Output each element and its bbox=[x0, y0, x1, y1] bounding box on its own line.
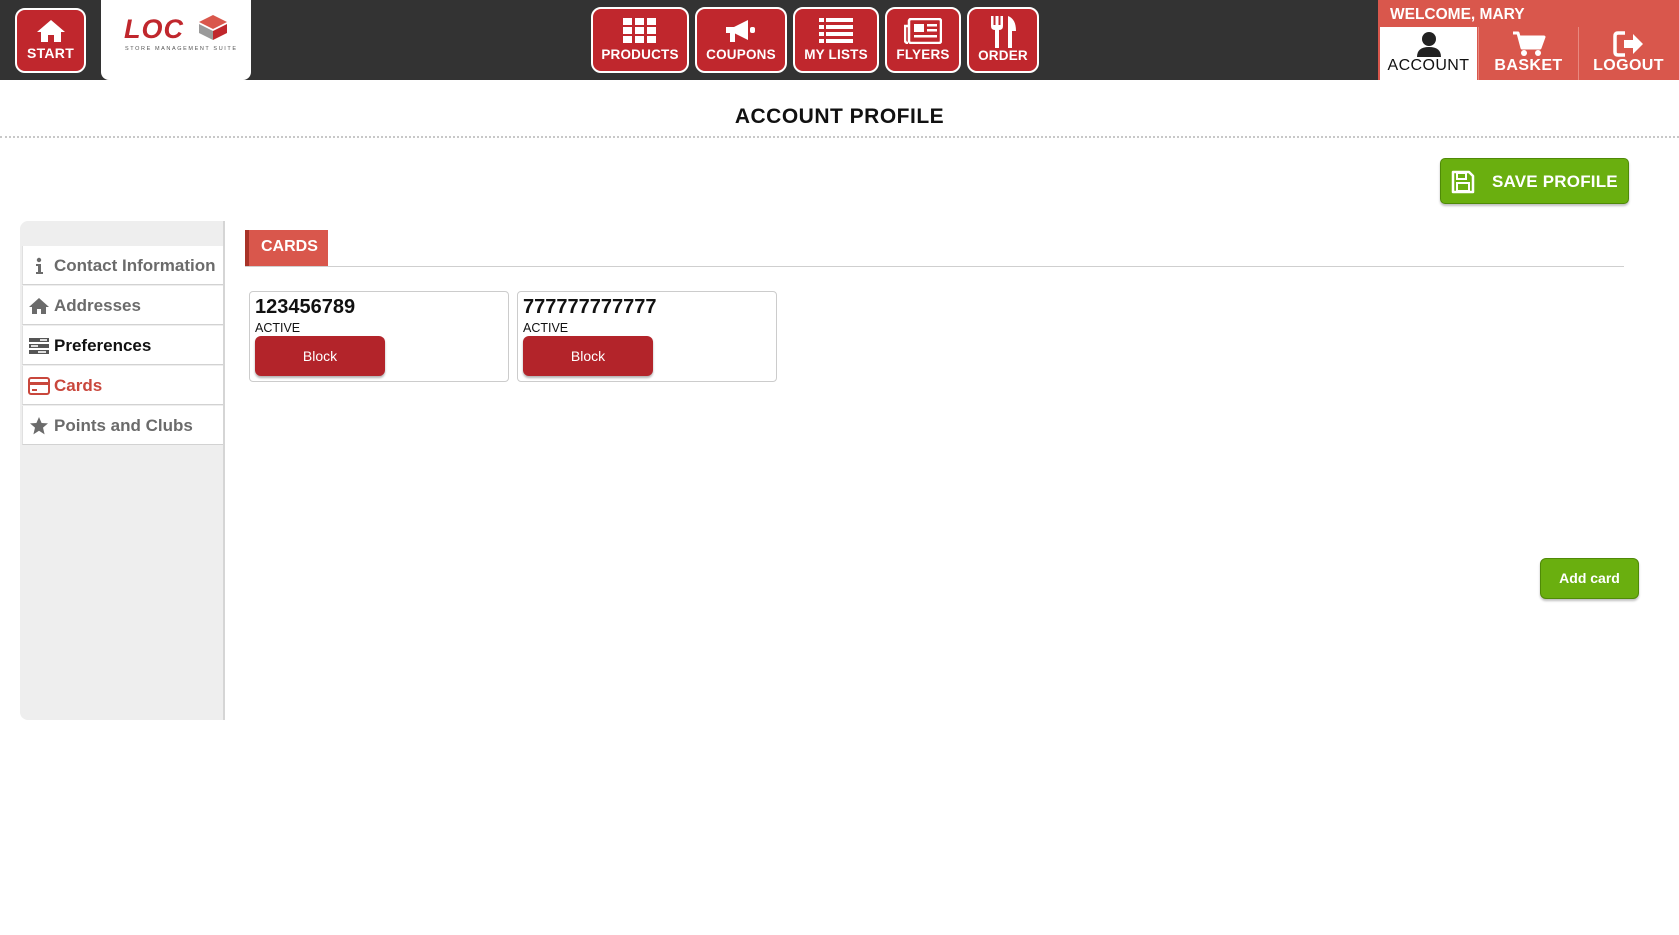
sidebar-item-contact-information[interactable]: Contact Information bbox=[22, 246, 223, 285]
nav-products-label: PRODUCTS bbox=[601, 47, 679, 62]
megaphone-icon bbox=[726, 20, 755, 42]
tab-account-label: ACCOUNT bbox=[1387, 57, 1470, 74]
sidebar-item-addresses[interactable]: Addresses bbox=[22, 286, 223, 325]
logo-cube-icon bbox=[199, 15, 227, 40]
loyalty-card: 777777777777 ACTIVE Block bbox=[517, 291, 777, 382]
list-icon bbox=[819, 18, 853, 43]
logo-text: LOC bbox=[124, 14, 184, 44]
credit-card-icon bbox=[28, 377, 50, 395]
tab-basket-label: BASKET bbox=[1494, 57, 1563, 74]
sidebar-item-label: Preferences bbox=[54, 336, 152, 355]
tab-account[interactable]: ACCOUNT bbox=[1378, 27, 1477, 80]
grid-icon bbox=[623, 18, 656, 43]
nav-flyers-label: FLYERS bbox=[896, 47, 950, 62]
user-icon bbox=[1416, 32, 1441, 57]
profile-sidebar: Contact Information Addresses Preference… bbox=[20, 221, 225, 720]
sidebar-item-preferences[interactable]: Preferences bbox=[22, 326, 223, 365]
top-bar: START LOC STORE MANAGEMENT SUITE PRODUCT… bbox=[0, 0, 1679, 80]
logo[interactable]: LOC STORE MANAGEMENT SUITE bbox=[101, 0, 251, 80]
sidebar-item-label: Contact Information bbox=[54, 256, 216, 275]
account-panel: WELCOME, MARY ACCOUNT BASKET LOGOUT bbox=[1378, 0, 1679, 80]
newspaper-icon bbox=[904, 18, 942, 44]
nav-coupons[interactable]: COUPONS bbox=[695, 7, 787, 73]
star-icon bbox=[30, 417, 48, 435]
sidebar-item-label: Points and Clubs bbox=[54, 416, 193, 435]
tab-basket[interactable]: BASKET bbox=[1479, 27, 1578, 80]
sidebar-item-label: Cards bbox=[54, 376, 103, 395]
card-number: 777777777777 bbox=[523, 296, 657, 318]
tab-logout-label: LOGOUT bbox=[1593, 57, 1664, 74]
utensils-icon bbox=[991, 16, 1016, 48]
nav-products[interactable]: PRODUCTS bbox=[591, 7, 689, 73]
nav-flyers[interactable]: FLYERS bbox=[885, 7, 961, 73]
save-profile-label: SAVE PROFILE bbox=[1492, 172, 1618, 191]
preferences-icon bbox=[29, 338, 49, 354]
save-profile-button[interactable]: SAVE PROFILE bbox=[1440, 158, 1629, 204]
start-label: START bbox=[26, 45, 75, 61]
nav-my-lists[interactable]: MY LISTS bbox=[793, 7, 879, 73]
nav-order-label: ORDER bbox=[978, 48, 1028, 63]
cards-section-header: CARDS bbox=[245, 230, 1624, 267]
nav-order[interactable]: ORDER bbox=[967, 7, 1039, 73]
nav-my-lists-label: MY LISTS bbox=[804, 47, 868, 62]
card-status: ACTIVE bbox=[523, 321, 569, 335]
info-icon bbox=[36, 257, 43, 274]
home-icon bbox=[36, 20, 65, 42]
home-icon bbox=[29, 298, 49, 314]
start-button[interactable]: START bbox=[15, 8, 86, 73]
welcome-text: WELCOME, MARY bbox=[1390, 6, 1525, 23]
card-number: 123456789 bbox=[255, 296, 356, 318]
main-nav: PRODUCTS COUPONS MY LISTS FLYERS ORDER bbox=[591, 7, 1039, 73]
title-divider bbox=[0, 136, 1679, 138]
sidebar-item-points-and-clubs[interactable]: Points and Clubs bbox=[22, 406, 223, 445]
sidebar-item-cards[interactable]: Cards bbox=[22, 366, 223, 405]
floppy-disk-icon bbox=[1451, 170, 1475, 194]
sidebar-item-label: Addresses bbox=[54, 296, 141, 315]
block-card-button[interactable]: Block bbox=[255, 336, 385, 376]
logout-icon bbox=[1612, 31, 1643, 57]
card-status: ACTIVE bbox=[255, 321, 301, 335]
block-card-button[interactable]: Block bbox=[523, 336, 653, 376]
cards-section-label: CARDS bbox=[245, 230, 328, 266]
tab-logout[interactable]: LOGOUT bbox=[1579, 27, 1678, 80]
nav-coupons-label: COUPONS bbox=[706, 47, 776, 62]
add-card-button[interactable]: Add card bbox=[1540, 558, 1639, 599]
loyalty-card: 123456789 ACTIVE Block bbox=[249, 291, 509, 382]
page-title: ACCOUNT PROFILE bbox=[734, 105, 945, 128]
cart-icon bbox=[1512, 31, 1545, 56]
logo-subtitle: STORE MANAGEMENT SUITE bbox=[125, 46, 238, 52]
